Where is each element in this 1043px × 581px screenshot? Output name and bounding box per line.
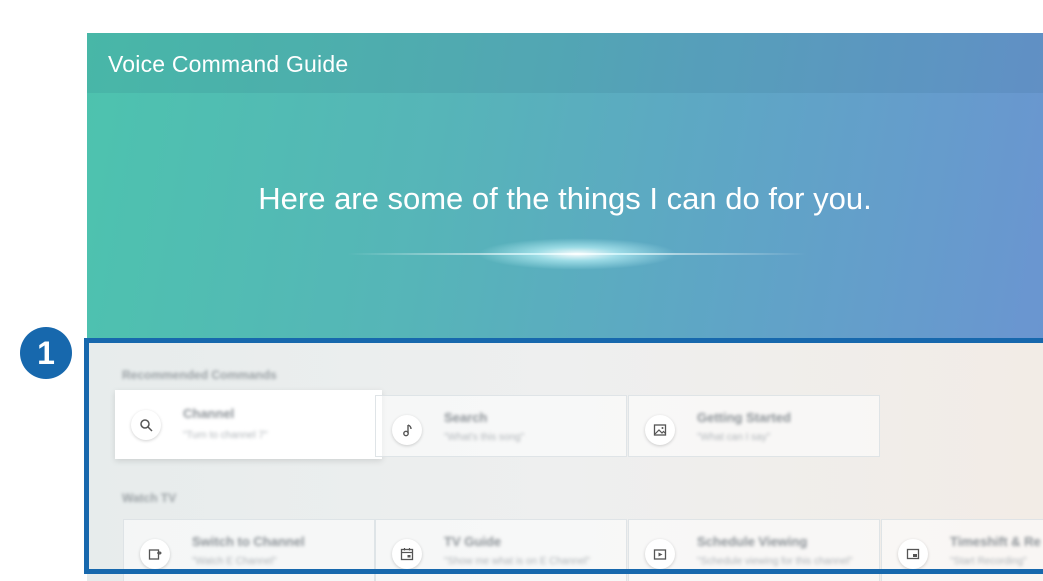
voice-wave-glow xyxy=(477,238,677,270)
title-bar: Voice Command Guide xyxy=(87,33,1043,93)
callout-highlight-frame xyxy=(84,338,1043,574)
callout-number-badge: 1 xyxy=(20,327,72,379)
assistant-message: Here are some of the things I can do for… xyxy=(258,181,872,216)
page-title: Voice Command Guide xyxy=(108,51,349,77)
